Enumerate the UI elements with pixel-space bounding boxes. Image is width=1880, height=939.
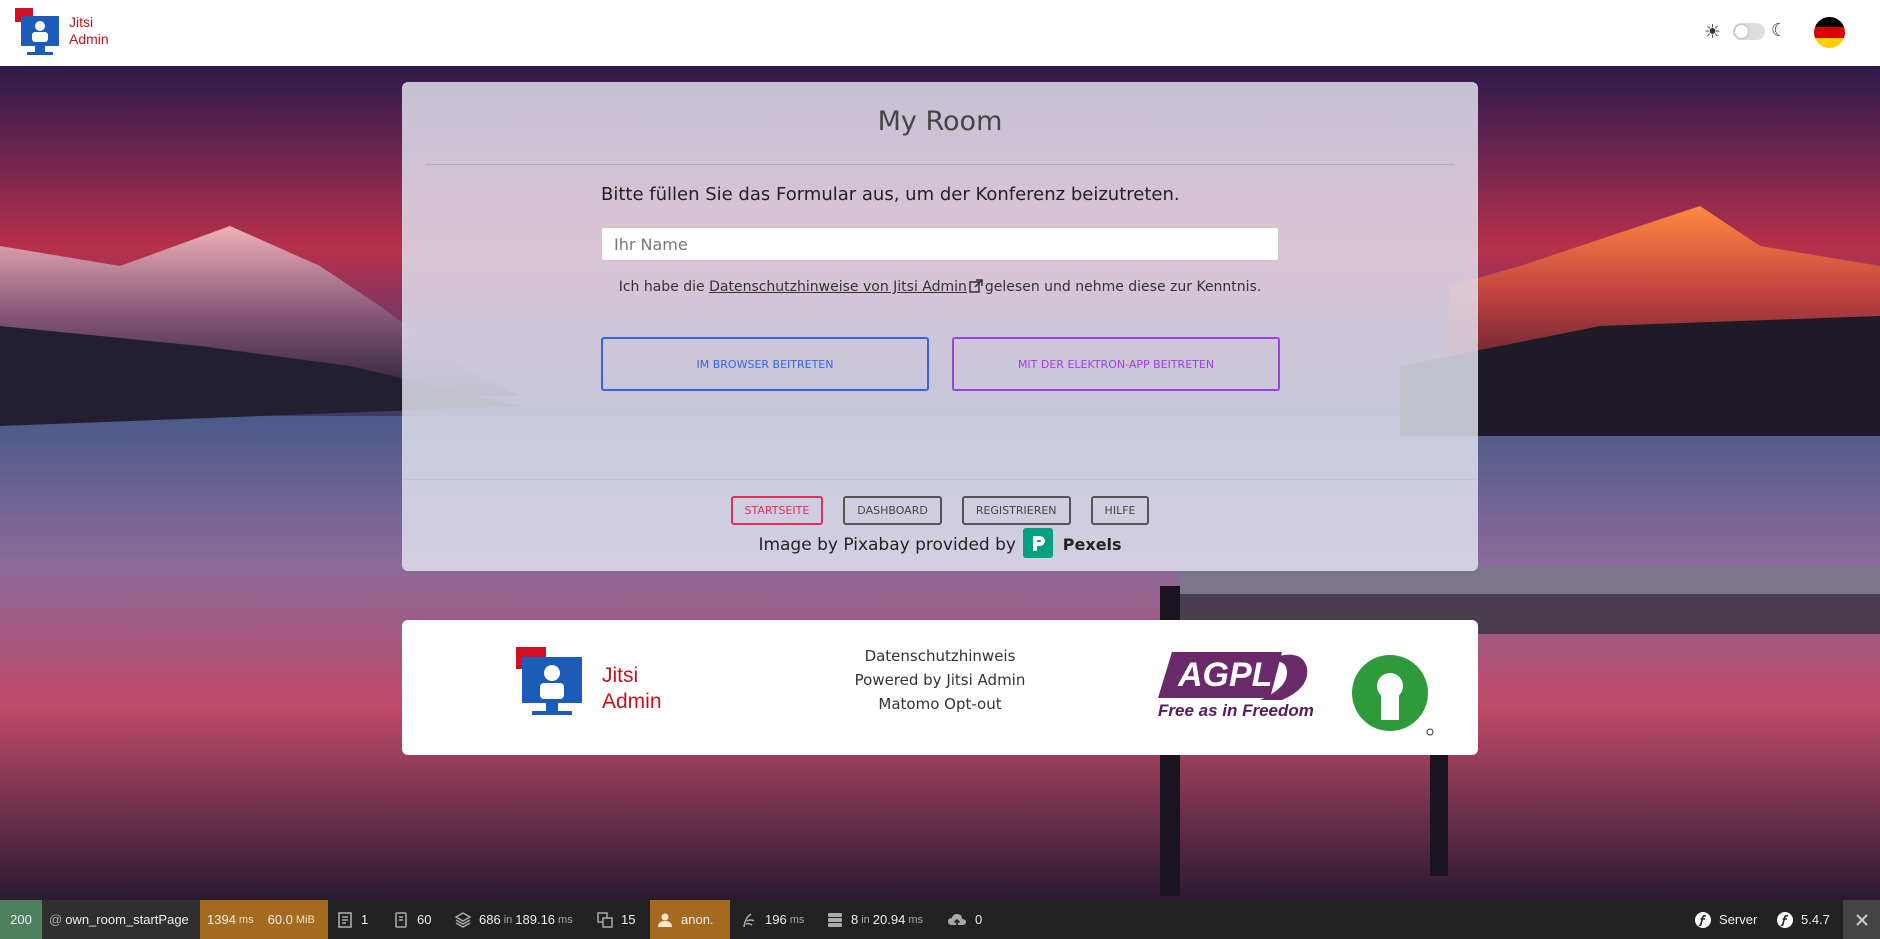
pexels-label[interactable]: Pexels <box>1063 535 1122 554</box>
cache-count: 686 <box>479 912 501 927</box>
sun-icon: ☀ <box>1704 21 1722 43</box>
cache-layers-icon <box>455 911 471 928</box>
form-icon <box>338 911 352 928</box>
close-icon <box>1855 913 1868 926</box>
dashboard-button[interactable]: DASHBOARD <box>843 496 942 525</box>
privacy-link[interactable]: Datenschutzhinweise von Jitsi Admin <box>709 279 967 295</box>
start-page-button[interactable]: STARTSEITE <box>730 496 824 525</box>
join-room-card: My Room Bitte füllen Sie das Formular au… <box>402 82 1478 571</box>
room-title: My Room <box>877 106 1003 137</box>
debug-toolbar: 200 @ own_room_startPage 1394 ms 60.0 Mi… <box>0 900 1880 939</box>
cache-time-unit: ms <box>558 913 573 926</box>
translation-icon <box>597 911 613 928</box>
name-input[interactable] <box>601 227 1279 261</box>
performance-item[interactable]: 1394 ms 60.0 MiB <box>200 900 328 939</box>
server-label: Server <box>1719 912 1758 927</box>
image-credit: Image by Pixabay provided by Pexels <box>402 528 1478 560</box>
route-item[interactable]: @ own_room_startPage <box>42 900 200 939</box>
german-flag-icon[interactable] <box>1814 17 1845 48</box>
symfony-icon <box>1695 911 1711 928</box>
join-electron-button[interactable]: MIT DER ELEKTRON-APP BEITRETEN <box>952 337 1280 391</box>
db-time: 20.94 <box>872 912 906 927</box>
brand-line2: Admin <box>69 31 109 47</box>
logs-count: 60 <box>417 912 432 927</box>
top-navbar: Jitsi Admin ☀ ☾ <box>0 0 1880 66</box>
user-icon <box>658 913 672 927</box>
db-in-label: in <box>861 913 870 926</box>
nav-divider <box>402 479 1478 480</box>
memory-unit: MiB <box>295 913 315 926</box>
moon-icon: ☾ <box>1771 20 1788 41</box>
title-divider <box>426 164 1454 165</box>
db-queries: 8 <box>851 912 859 927</box>
status-code-badge[interactable]: 200 <box>0 900 42 939</box>
request-time-unit: ms <box>238 913 254 926</box>
server-item[interactable]: Server <box>1688 900 1764 939</box>
privacy-prefix: Ich habe die <box>618 279 705 295</box>
logs-item[interactable]: 60 <box>386 900 438 939</box>
status-code: 200 <box>10 912 32 927</box>
agpl-license-logo[interactable]: AGPL Free as in Freedom <box>1152 648 1442 738</box>
memory-usage: 60.0 <box>267 912 293 927</box>
symfony-version: 5.4.7 <box>1801 912 1830 927</box>
cache-time: 189.16 <box>515 912 556 927</box>
intro-text: Bitte füllen Sie das Formular aus, um de… <box>601 184 1180 205</box>
theme-switch: ☀ ☾ <box>1704 20 1788 44</box>
footer-card: Jitsi Admin Datenschutzhinweis Powered b… <box>402 620 1478 755</box>
http-requests-count: 0 <box>975 912 983 927</box>
register-button[interactable]: REGISTRIEREN <box>961 496 1071 525</box>
twig-time: 196 <box>765 912 787 927</box>
symfony-version-item[interactable]: 5.4.7 <box>1770 900 1837 939</box>
database-icon <box>828 912 842 927</box>
svg-text:AGPL: AGPL <box>1177 656 1272 694</box>
credit-text: Image by Pixabay provided by <box>758 535 1016 555</box>
bottom-nav: STARTSEITE DASHBOARD REGISTRIEREN HILFE <box>402 496 1478 525</box>
external-link-icon <box>969 279 983 293</box>
symfony-logo-icon <box>1777 911 1793 928</box>
log-icon <box>395 911 407 928</box>
db-time-unit: ms <box>908 913 924 926</box>
http-client-item[interactable]: 0 <box>940 900 989 939</box>
twig-item[interactable]: 196 ms <box>734 900 811 939</box>
svg-text:Free as in Freedom: Free as in Freedom <box>1158 701 1314 720</box>
forms-item[interactable]: 1 <box>330 900 375 939</box>
brand-logo[interactable]: Jitsi Admin <box>15 8 115 60</box>
help-button[interactable]: HILFE <box>1090 496 1150 525</box>
route-name: own_room_startPage <box>65 912 189 927</box>
request-time: 1394 <box>207 912 236 927</box>
monitor-logo-icon <box>15 8 59 55</box>
at-icon: @ <box>49 912 63 927</box>
cache-in-label: in <box>503 913 513 926</box>
brand-line1: Jitsi <box>69 14 94 30</box>
user-name: anon. <box>681 912 714 927</box>
database-item[interactable]: 8 in 20.94 ms <box>820 900 930 939</box>
close-toolbar-button[interactable] <box>1843 900 1880 939</box>
twig-leaf-icon <box>743 912 755 927</box>
translations-item[interactable]: 15 <box>590 900 642 939</box>
twig-time-unit: ms <box>789 913 805 926</box>
cache-item[interactable]: 686 in 189.16 ms <box>448 900 580 939</box>
translations-count: 15 <box>621 912 636 927</box>
join-browser-button[interactable]: IM BROWSER BEITRETEN <box>601 337 929 391</box>
security-item[interactable]: anon. <box>650 900 730 939</box>
cloud-upload-icon <box>948 913 966 926</box>
forms-count: 1 <box>361 912 369 927</box>
privacy-notice: Ich habe die Datenschutzhinweise von Jit… <box>402 279 1478 295</box>
pexels-logo-icon[interactable] <box>1023 528 1054 558</box>
privacy-suffix: gelesen und nehme diese zur Kenntnis. <box>984 279 1262 295</box>
dark-mode-toggle[interactable] <box>1733 23 1765 40</box>
